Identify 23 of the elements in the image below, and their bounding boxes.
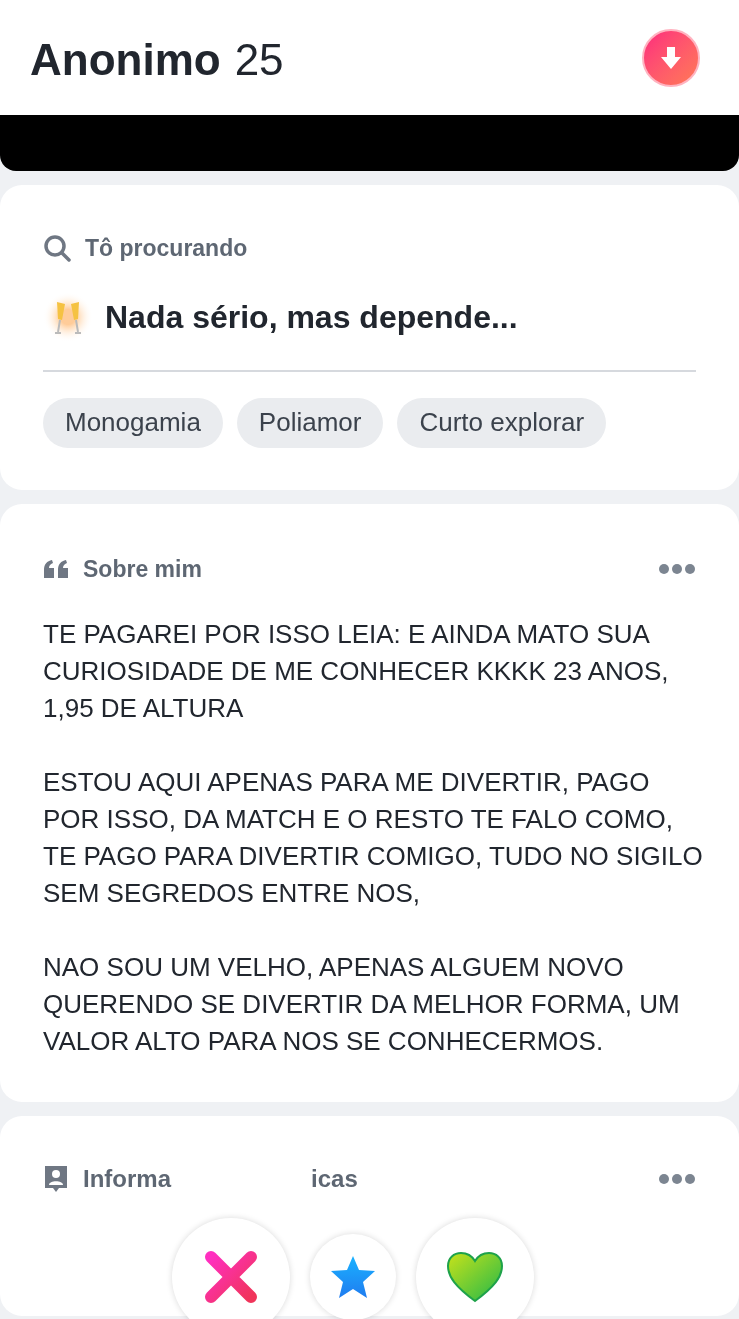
quote-icon — [43, 558, 69, 579]
section-label: Sobre mim — [83, 554, 202, 584]
about-paragraph: TE PAGAREI POR ISSO LEIA: E AINDA MATO SUA CURIOSIDADE DE ME CONHECER KKKK 23 ANOS, 1,95 DE ALTURA — [43, 618, 670, 725]
collapse-button[interactable] — [642, 28, 700, 87]
close-icon — [203, 1249, 259, 1305]
more-icon[interactable] — [658, 1173, 696, 1185]
section-label: icas — [311, 1164, 358, 1194]
heart-icon — [446, 1251, 504, 1303]
profile-age: 25 — [234, 33, 284, 86]
search-icon — [43, 234, 71, 263]
section-label: Informa — [83, 1164, 171, 1194]
tag-chip: Monogamia — [43, 397, 223, 448]
section-label: Tô procurando — [85, 234, 248, 263]
looking-for-value: Nada sério, mas depende... — [105, 297, 518, 337]
about-paragraph: NAO SOU UM VELHO, APENAS ALGUEM NOVO QUERENDO SE DIVERTIR DA MELHOR FORMA, UM VALOR ALTO PARA NOS SE CONHECERMOS. — [43, 951, 681, 1058]
arrow-down-icon — [659, 44, 683, 71]
about-paragraph: ESTOU AQUI APENAS PARA ME DIVERTIR, PAGO POR ISSO, DA MATCH E O RESTO TE FALO COMO, TE PAGO PARA DIVERTIR COMIGO, TUDO NO SIGILO SEM SEGREDOS ENTRE NOS, — [43, 766, 703, 910]
tag-chip: Curto explorar — [397, 397, 607, 448]
profile-name: Anonimo — [30, 33, 221, 86]
more-icon[interactable] — [658, 562, 696, 575]
star-icon — [329, 1254, 377, 1300]
profile-card-icon — [43, 1165, 69, 1193]
tag-chip: Poliamor — [236, 397, 384, 448]
